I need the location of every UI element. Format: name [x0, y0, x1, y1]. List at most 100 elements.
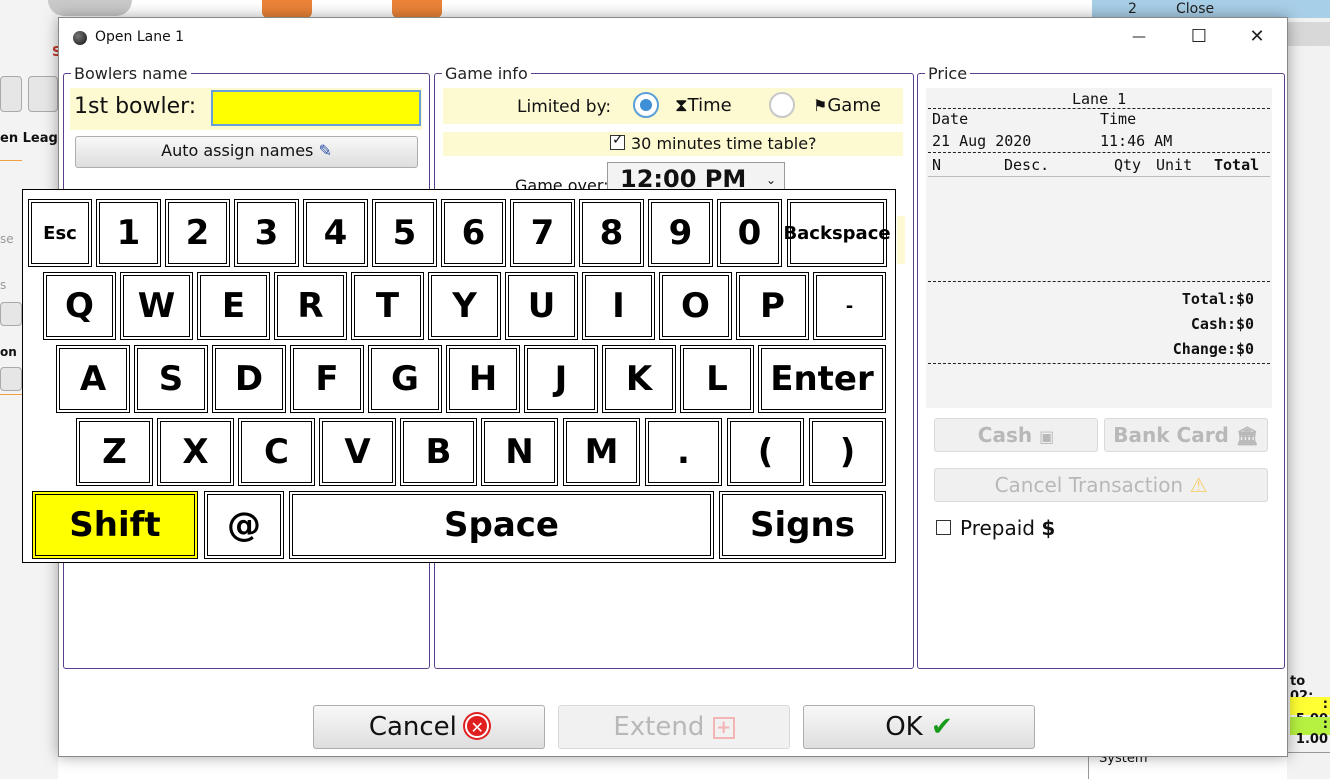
- key-hyphen[interactable]: -: [813, 272, 886, 340]
- receipt-divider: [928, 363, 1270, 364]
- key-s[interactable]: S: [134, 345, 208, 413]
- key-2[interactable]: 2: [165, 199, 230, 267]
- on-screen-keyboard: Esc 1 2 3 4 5 6 7 8 9 0 Backspace Q W E …: [22, 189, 896, 563]
- game-option-label: Game: [827, 95, 881, 116]
- bg-price-value: : 1.00: [1290, 717, 1330, 747]
- key-k[interactable]: K: [602, 345, 676, 413]
- key-h[interactable]: H: [446, 345, 520, 413]
- time-option[interactable]: ⧗Time: [675, 95, 732, 116]
- key-3[interactable]: 3: [234, 199, 299, 267]
- title-bar[interactable]: Open Lane 1 — ☐ ✕: [59, 18, 1287, 56]
- key-r[interactable]: R: [274, 272, 347, 340]
- bg-lane-row[interactable]: 2 Close: [1092, 0, 1330, 18]
- bg-button[interactable]: [0, 76, 22, 112]
- key-e[interactable]: E: [197, 272, 270, 340]
- extend-button[interactable]: Extend +: [558, 705, 790, 749]
- key-t[interactable]: T: [351, 272, 424, 340]
- key-o[interactable]: O: [659, 272, 732, 340]
- key-j[interactable]: J: [524, 345, 598, 413]
- bank-card-button[interactable]: Bank Card 🏛: [1104, 418, 1268, 452]
- key-6[interactable]: 6: [441, 199, 506, 267]
- key-at[interactable]: @: [204, 491, 284, 559]
- bg-divider: [0, 160, 22, 161]
- cancel-transaction-button[interactable]: Cancel Transaction ⚠: [934, 468, 1268, 502]
- bg-button[interactable]: [0, 302, 22, 326]
- bowler-name-input[interactable]: [211, 90, 421, 126]
- key-7[interactable]: 7: [510, 199, 575, 267]
- key-q[interactable]: Q: [43, 272, 116, 340]
- key-a[interactable]: A: [56, 345, 130, 413]
- prepaid-checkbox[interactable]: [936, 520, 951, 535]
- key-x[interactable]: X: [157, 418, 234, 486]
- game-option[interactable]: ⚑Game: [813, 95, 881, 116]
- key-c[interactable]: C: [238, 418, 315, 486]
- receipt-change: $0: [1236, 340, 1255, 358]
- receipt-divider: [928, 176, 1270, 177]
- key-d[interactable]: D: [212, 345, 286, 413]
- ok-label: OK: [885, 712, 923, 742]
- key-5[interactable]: 5: [372, 199, 437, 267]
- close-button[interactable]: ✕: [1235, 22, 1279, 52]
- key-u[interactable]: U: [505, 272, 578, 340]
- bank-card-label: Bank Card: [1113, 423, 1229, 447]
- key-open-paren[interactable]: (: [727, 418, 804, 486]
- key-v[interactable]: V: [319, 418, 396, 486]
- prepaid-option[interactable]: Prepaid $: [960, 516, 1055, 540]
- key-n[interactable]: N: [481, 418, 558, 486]
- receipt-divider: [928, 152, 1270, 153]
- key-esc[interactable]: Esc: [28, 199, 92, 267]
- key-4[interactable]: 4: [303, 199, 368, 267]
- time-radio[interactable]: [633, 92, 659, 118]
- key-w[interactable]: W: [120, 272, 193, 340]
- key-p[interactable]: P: [736, 272, 809, 340]
- key-m[interactable]: M: [563, 418, 640, 486]
- minimize-button[interactable]: —: [1117, 22, 1161, 52]
- key-close-paren[interactable]: ): [809, 418, 886, 486]
- extend-label: Extend: [613, 712, 705, 742]
- bg-button[interactable]: [28, 76, 58, 112]
- receipt-time-label: Time: [1100, 110, 1137, 128]
- checkmark-icon: ✔: [930, 712, 953, 742]
- receipt-col-qty: Qty: [1114, 156, 1142, 174]
- key-signs[interactable]: Signs: [719, 491, 886, 559]
- key-g[interactable]: G: [368, 345, 442, 413]
- cancel-label: Cancel: [368, 712, 457, 742]
- key-9[interactable]: 9: [648, 199, 713, 267]
- time-table-checkbox[interactable]: [610, 132, 625, 150]
- key-y[interactable]: Y: [428, 272, 501, 340]
- auto-assign-names-button[interactable]: Auto assign names ✎: [75, 136, 418, 168]
- key-backspace[interactable]: Backspace: [783, 199, 891, 267]
- game-radio[interactable]: [769, 92, 795, 118]
- maximize-button[interactable]: ☐: [1177, 22, 1221, 52]
- auto-assign-label: Auto assign names: [161, 141, 314, 160]
- cancel-button[interactable]: Cancel ✕: [313, 705, 545, 749]
- warning-icon: ⚠: [1189, 473, 1208, 497]
- key-shift[interactable]: Shift: [32, 491, 198, 559]
- key-f[interactable]: F: [290, 345, 364, 413]
- key-b[interactable]: B: [400, 418, 477, 486]
- key-enter[interactable]: Enter: [758, 345, 886, 413]
- banknote-icon: ▣: [1039, 427, 1055, 446]
- bg-button[interactable]: [0, 367, 22, 391]
- key-l[interactable]: L: [680, 345, 754, 413]
- key-period[interactable]: .: [645, 418, 722, 486]
- bg-label: se: [0, 232, 14, 246]
- price-group: Price Lane 1 Date Time 21 Aug 2020 11:46…: [917, 64, 1285, 669]
- time-table-row: 30 minutes time table?: [443, 132, 903, 156]
- bowler-label: 1st bowler:: [74, 94, 197, 119]
- key-1[interactable]: 1: [96, 199, 161, 267]
- receipt-col-unit: Unit: [1156, 156, 1193, 174]
- bg-price-value: : 5.00: [1290, 697, 1330, 727]
- key-i[interactable]: I: [582, 272, 655, 340]
- key-z[interactable]: Z: [76, 418, 153, 486]
- key-8[interactable]: 8: [579, 199, 644, 267]
- key-0[interactable]: 0: [717, 199, 782, 267]
- cash-button[interactable]: Cash ▣: [934, 418, 1098, 452]
- chevron-down-icon: ⌄: [765, 173, 776, 187]
- key-space[interactable]: Space: [289, 491, 714, 559]
- ok-button[interactable]: OK ✔: [803, 705, 1035, 749]
- bg-lane-status: Close: [1176, 1, 1215, 17]
- receipt-date-label: Date: [932, 110, 969, 128]
- bg-label: s: [0, 278, 7, 292]
- bg-label: on: [0, 345, 17, 359]
